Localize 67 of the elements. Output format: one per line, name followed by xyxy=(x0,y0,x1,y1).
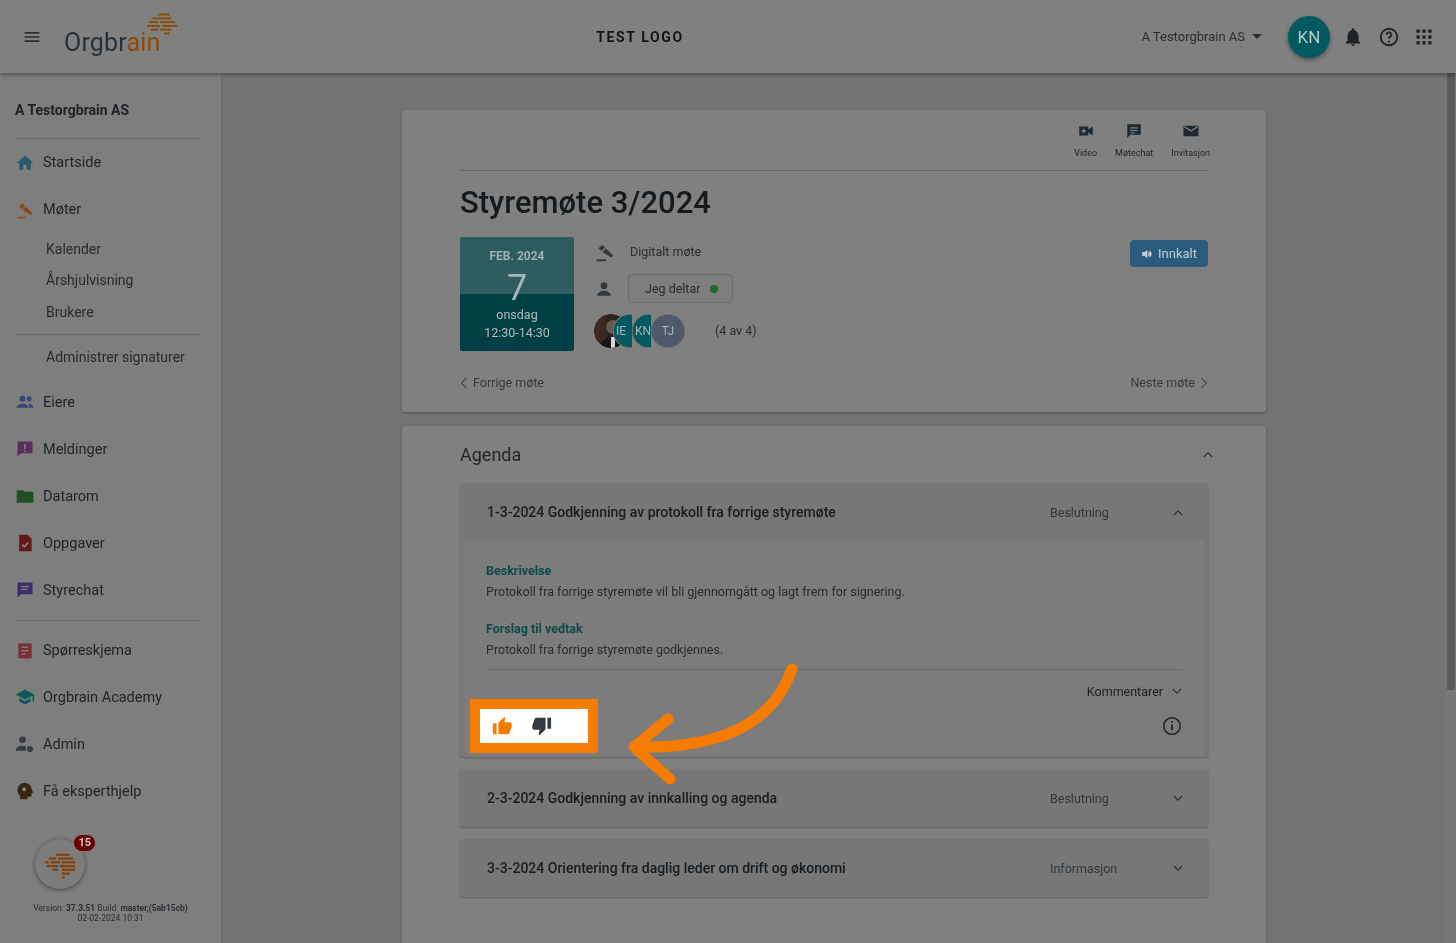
sidebar-subitem[interactable]: Administrer signaturer xyxy=(15,340,201,373)
info-icon[interactable] xyxy=(1162,716,1182,736)
sidebar-item[interactable]: Eiere xyxy=(15,378,201,426)
sidebar-item[interactable]: Startside xyxy=(15,139,201,186)
chevron-left-icon xyxy=(460,376,468,389)
scrollbar-thumb[interactable] xyxy=(1447,73,1455,690)
agenda-item-header[interactable]: 2-3-2024 Godkjenning av innkalling og agenda Beslutning xyxy=(460,769,1208,827)
sidebar-item[interactable]: Styrechat xyxy=(15,566,201,614)
participant-avatar[interactable]: KN xyxy=(632,313,651,348)
agenda-title: Agenda xyxy=(460,444,522,465)
participant-avatar[interactable]: IE xyxy=(613,313,632,348)
sidebar-item[interactable]: Admin xyxy=(15,720,201,768)
toolbar-button[interactable]: Invitasjon xyxy=(1171,120,1210,160)
version-text: Version: 37.3.51 Build: master,(5ab15cb) xyxy=(32,902,189,913)
item-type: Beslutning xyxy=(1050,790,1110,806)
sidebar-item[interactable]: Orgbrain Academy xyxy=(15,673,201,721)
sidebar-item[interactable]: Få eksperthjelp xyxy=(15,767,201,815)
organization-name: A Testorgbrain AS xyxy=(15,73,201,139)
attendance-button[interactable]: Jeg deltar xyxy=(628,274,733,303)
meeting-type: Digitalt møte xyxy=(630,244,702,259)
sidebar-item[interactable]: Meldinger xyxy=(15,425,201,473)
next-meeting-link[interactable]: Neste møte xyxy=(1130,375,1208,390)
sidebar-subitem[interactable]: Kalender xyxy=(15,233,201,265)
section-text: Protokoll fra forrige styremøte godkjennes. xyxy=(486,642,725,657)
sidebar-item[interactable]: Datarom xyxy=(15,472,201,520)
thumbs-up-icon[interactable] xyxy=(492,715,514,737)
item-type: Informasjon xyxy=(1050,860,1119,876)
previous-meeting-link[interactable]: Forrige møte xyxy=(460,375,544,390)
meeting-time: 12:30-14:30 xyxy=(484,324,550,342)
sidebar-item[interactable]: Møter xyxy=(15,186,201,233)
participant-avatar[interactable]: TJ xyxy=(651,313,685,348)
sidebar-item[interactable]: Oppgaver xyxy=(15,519,201,567)
chevron-right-icon xyxy=(1200,376,1208,389)
section-heading: Forslag til vedtak xyxy=(486,621,584,636)
section-text: Protokoll fra forrige styremøte vil bli gjennomgått og lagt frem for signering. xyxy=(486,584,906,599)
toolbar-button[interactable]: Møtechat xyxy=(1115,120,1154,160)
organization-dropdown[interactable]: A Testorgbrain AS xyxy=(1141,29,1262,44)
comments-toggle[interactable]: Kommentarer xyxy=(1086,670,1182,699)
help-icon[interactable] xyxy=(1378,25,1400,48)
agenda-item-header[interactable]: 1-3-2024 Godkjenning av protokoll fra forrige styremøte Beslutning xyxy=(460,483,1208,541)
status-button[interactable]: Innkalt xyxy=(1130,240,1208,267)
chevron-up-icon[interactable] xyxy=(1173,508,1183,516)
build-date: 02-02-2024 10:31 xyxy=(76,912,144,923)
orgbrain-logo[interactable]: Orgbrain xyxy=(64,11,179,62)
weekday: onsdag xyxy=(496,306,538,324)
app-title: TEST LOGO xyxy=(596,28,684,45)
user-avatar[interactable]: KN xyxy=(1288,15,1330,58)
thumbs-down-icon[interactable] xyxy=(530,715,552,737)
chevron-up-icon[interactable] xyxy=(1203,451,1213,458)
section-heading: Beskrivelse xyxy=(486,563,553,578)
chevron-down-icon[interactable] xyxy=(1173,864,1183,872)
date-month: FEB. 2024 xyxy=(489,249,545,263)
agenda-item-header[interactable]: 3-3-2024 Orientering fra daglig leder om drift og økonomi Informasjon xyxy=(460,839,1208,897)
toolbar-button[interactable]: Video xyxy=(1074,120,1098,160)
sidebar-subitem[interactable]: Brukere xyxy=(15,296,201,328)
notification-badge: 15 xyxy=(74,834,95,851)
participant-count: (4 av 4) xyxy=(715,323,757,338)
meeting-title: Styremøte 3/2024 xyxy=(460,184,712,221)
item-type: Beslutning xyxy=(1050,504,1110,520)
chevron-down-icon[interactable] xyxy=(1173,794,1183,802)
date-day: 7 xyxy=(505,268,529,308)
speaker-icon xyxy=(1141,247,1154,260)
sidebar-item[interactable]: Spørreskjema xyxy=(15,626,201,674)
chevron-down-icon xyxy=(1172,688,1182,695)
sidebar-subitem[interactable]: Årshjulvisning xyxy=(15,264,201,296)
chat-icon xyxy=(1125,122,1144,140)
caret-icon xyxy=(1252,34,1262,39)
